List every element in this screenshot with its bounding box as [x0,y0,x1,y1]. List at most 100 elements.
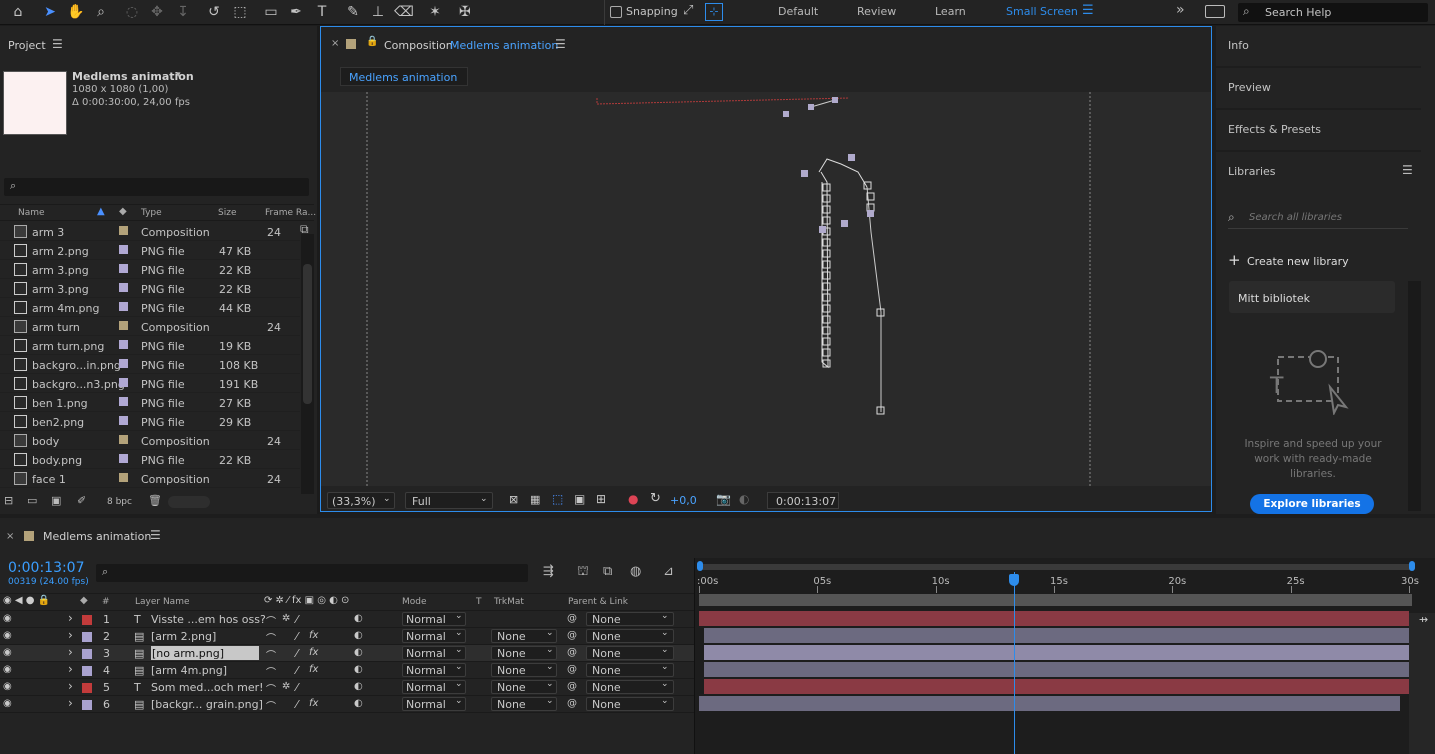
label-swatch[interactable] [119,454,128,463]
parent-dropdown[interactable]: None ⌄ [586,628,674,643]
shy-switch-icon[interactable]: ⌒ [266,630,276,645]
grid-guides-icon[interactable]: ⊞ [596,492,606,506]
channel-rgb-icon[interactable]: ● [628,492,638,506]
comp-button-icon[interactable]: ⇸ [1419,613,1428,626]
track-matte-dropdown[interactable]: None ⌄ [491,628,557,643]
transparency-grid-icon[interactable]: ▦ [530,493,540,506]
close-icon[interactable]: × [331,38,339,49]
expand-layer-icon[interactable]: › [68,662,73,676]
snapshot-camera-icon[interactable]: 📷 [716,492,731,506]
thumbnail-size-slider[interactable] [168,496,210,508]
layer-name[interactable]: [no arm.png] [151,646,259,660]
current-timecode[interactable]: 0:00:13:07 [8,560,85,576]
workspace-small-screen[interactable]: Small Screen [1006,5,1078,18]
info-panel-tab[interactable]: Info [1216,26,1421,68]
visibility-eye-icon[interactable]: ◉ [3,647,12,658]
3d-layer-switch-icon[interactable]: ◐ [354,681,363,692]
parent-pickwhip-icon[interactable]: @ [567,647,577,658]
new-folder-icon[interactable]: ▭ [27,494,37,507]
layer-name[interactable]: [arm 4m.png] [151,664,227,677]
clone-stamp-icon[interactable]: ⊥ [368,3,388,22]
quality-switch-icon[interactable]: ⁄ [296,681,298,694]
visibility-eye-icon[interactable]: ◉ [3,664,12,675]
exposure-value[interactable]: +0,0 [670,494,697,507]
label-swatch[interactable] [119,416,128,425]
layer-duration-bar[interactable] [703,628,1409,643]
label-swatch[interactable] [119,359,128,368]
layer-search-input[interactable]: ⌕ [96,564,528,582]
parent-dropdown[interactable]: None ⌄ [586,696,674,711]
my-library-item[interactable]: Mitt bibliotek [1229,281,1395,313]
preview-panel-tab[interactable]: Preview [1216,68,1421,110]
layer-row[interactable]: ◉ › 5 T Som med...och mer! ⌒ ✲ ⁄ ◐ Normal ⌄ None ⌄ @ N… [0,679,694,696]
sort-ascending-icon[interactable]: ▲ [97,206,105,217]
home-icon[interactable]: ⌂ [8,3,28,22]
layer-row[interactable]: ◉ › 3 ▤ [no arm.png] ⌒ ⁄ fx ◐ Normal ⌄ None ⌄ @ None ⌄ [0,645,694,662]
work-area-bar[interactable] [699,564,1412,570]
parent-dropdown[interactable]: None ⌄ [586,662,674,677]
comp-name-dropdown-icon[interactable]: ▾ [176,70,181,80]
bpc-toggle[interactable]: 8 bpc [107,497,132,507]
workspace-review[interactable]: Review [857,5,896,18]
dolly-camera-icon[interactable]: ↧ [173,3,193,22]
column-mode[interactable]: Mode [402,597,427,607]
label-swatch[interactable] [119,340,128,349]
expand-layer-icon[interactable]: › [68,696,73,710]
layer-label-swatch[interactable] [82,666,92,676]
libraries-search-input[interactable]: ⌕ Search all libraries [1228,207,1408,229]
column-t[interactable]: T [476,597,482,607]
create-new-library-button[interactable]: Create new library [1247,255,1349,268]
column-trkmat[interactable]: TrkMat [494,597,524,607]
timeline-comp-name[interactable]: Medlems animation [43,530,151,543]
layer-label-swatch[interactable] [82,615,92,625]
3d-layer-switch-icon[interactable]: ◐ [354,613,363,624]
pen-settings-icon[interactable]: ✐ [77,494,86,507]
pan-camera-icon[interactable]: ✥ [147,3,167,22]
label-swatch[interactable] [119,435,128,444]
layer-name[interactable]: Som med...och mer! [151,681,264,694]
project-item[interactable]: arm 2.png PNG file 47 KB [0,241,300,260]
blend-mode-dropdown[interactable]: Normal ⌄ [402,611,466,626]
interpret-footage-icon[interactable]: ⊟ [4,494,13,507]
label-swatch[interactable] [119,378,128,387]
expand-layer-icon[interactable]: › [68,628,73,642]
layer-row[interactable]: ◉ › 1 T Visste ...em hos oss? ⌒ ✲ ⁄ ◐ Normal ⌄ @ Non… [0,611,694,628]
layer-label-swatch[interactable] [82,632,92,642]
project-panel-title[interactable]: Project [8,39,46,52]
composition-viewer[interactable] [321,92,1211,486]
project-item[interactable]: ben2.png PNG file 29 KB [0,412,300,431]
layer-name[interactable]: [arm 2.png] [151,630,216,643]
zoom-dropdown[interactable]: (33,3%) ⌄ [327,492,395,509]
project-panel-menu-icon[interactable]: ☰ [52,37,63,51]
parent-dropdown[interactable]: None ⌄ [586,679,674,694]
expand-layer-icon[interactable]: › [68,611,73,625]
project-item[interactable]: arm 3 Composition 24 [0,222,300,241]
label-column-icon[interactable]: ◆ [119,206,127,217]
frame-blending-icon[interactable]: ⧉ [603,564,612,579]
shy-switch-icon[interactable]: ⌒ [266,664,276,679]
expand-layer-icon[interactable]: › [68,645,73,659]
label-swatch[interactable] [119,226,128,235]
viewer-timecode[interactable]: 0:00:13:07 [767,492,839,509]
column-layer-name[interactable]: Layer Name [135,597,190,607]
mask-visibility-icon[interactable]: ⬚ [552,492,563,506]
show-snapshot-icon[interactable]: ◐ [739,492,749,506]
brush-tool-icon[interactable]: ✎ [343,3,363,22]
column-size[interactable]: Size [218,208,236,218]
new-composition-icon[interactable]: ▣ [51,494,61,507]
expand-layer-icon[interactable]: › [68,679,73,693]
close-icon[interactable]: × [6,531,14,542]
type-tool-icon[interactable]: T [312,3,332,22]
column-type[interactable]: Type [141,208,162,218]
column-parent-link[interactable]: Parent & Link [568,597,628,607]
label-swatch[interactable] [119,321,128,330]
visibility-eye-icon[interactable]: ◉ [3,630,12,641]
timeline-menu-icon[interactable]: ☰ [150,528,161,542]
project-scrollbar-thumb[interactable] [303,264,312,404]
lock-icon[interactable]: 🔒 [366,36,378,47]
shy-switch-icon[interactable]: ⌒ [266,681,276,696]
time-navigator[interactable] [699,594,1412,606]
3d-layer-switch-icon[interactable]: ◐ [354,698,363,709]
fast-preview-icon[interactable]: ⊠ [509,493,518,506]
quality-switch-icon[interactable]: ⁄ [296,698,298,711]
